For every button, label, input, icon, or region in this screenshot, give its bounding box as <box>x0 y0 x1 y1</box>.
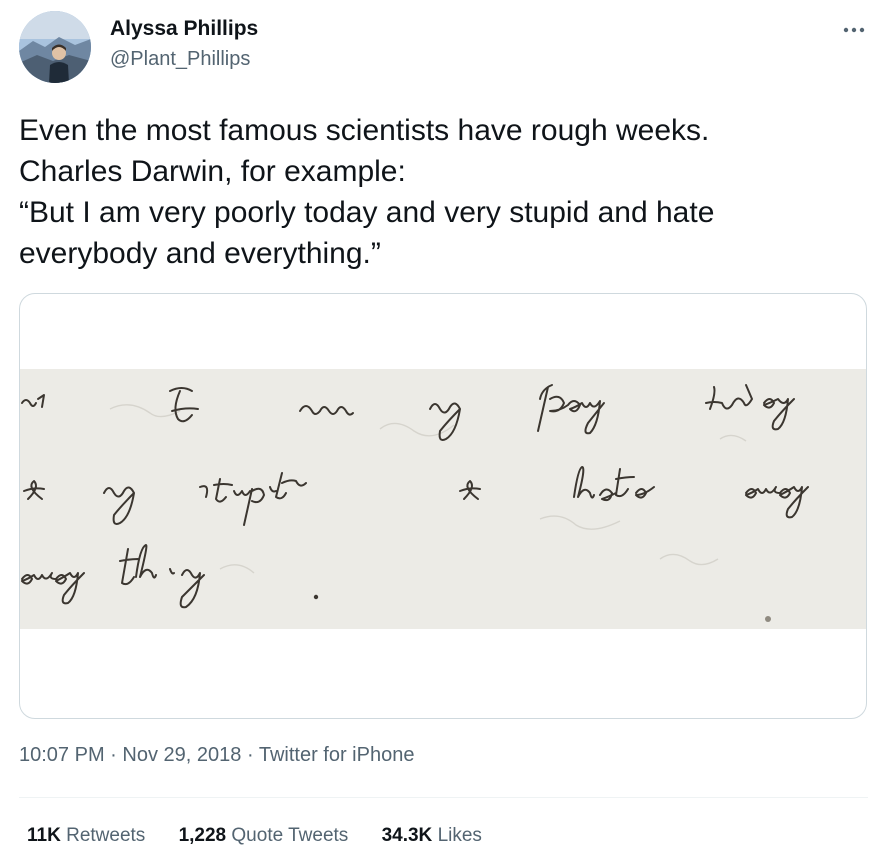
likes-stat[interactable]: 34.3K Likes <box>382 825 482 847</box>
tweet-text-line: “But I am very poorly today and very stu… <box>19 196 715 229</box>
more-horizontal-icon <box>843 27 865 33</box>
divider <box>19 797 868 798</box>
darwin-handwriting-image <box>20 369 866 629</box>
retweets-count: 11K <box>27 825 61 846</box>
retweets-stat[interactable]: 11K Retweets <box>27 825 145 847</box>
tweet-source[interactable]: Twitter for iPhone <box>259 744 415 766</box>
meta-separator: · <box>110 744 117 766</box>
meta-separator: · <box>246 744 254 766</box>
likes-count: 34.3K <box>381 825 433 846</box>
tweet-media-image[interactable] <box>19 293 867 719</box>
quote-tweets-stat[interactable]: 1,228 Quote Tweets <box>179 825 349 847</box>
retweets-label: Retweets <box>66 825 146 846</box>
tweet-text-line: Even the most famous scientists have rou… <box>19 114 710 147</box>
engagement-stats: 11K Retweets 1,228 Quote Tweets 34.3K Li… <box>27 825 510 847</box>
tweet-text: Even the most famous scientists have rou… <box>19 110 869 274</box>
tweet-date[interactable]: Nov 29, 2018 <box>122 744 241 766</box>
avatar-photo <box>19 11 91 83</box>
tweet-text-line: everybody and everything.” <box>19 237 381 270</box>
user-handle[interactable]: @Plant_Phillips <box>110 48 250 71</box>
avatar[interactable] <box>19 11 91 83</box>
tweet-text-line: Charles Darwin, for example: <box>19 155 406 188</box>
display-name[interactable]: Alyssa Phillips <box>110 17 258 41</box>
likes-label: Likes <box>437 825 482 846</box>
quote-tweets-label: Quote Tweets <box>231 825 349 846</box>
tweet-time[interactable]: 10:07 PM <box>19 744 105 766</box>
tweet-meta: 10:07 PM · Nov 29, 2018 · Twitter for iP… <box>19 744 414 767</box>
quote-tweets-count: 1,228 <box>178 825 227 846</box>
more-options-button[interactable] <box>834 14 874 46</box>
